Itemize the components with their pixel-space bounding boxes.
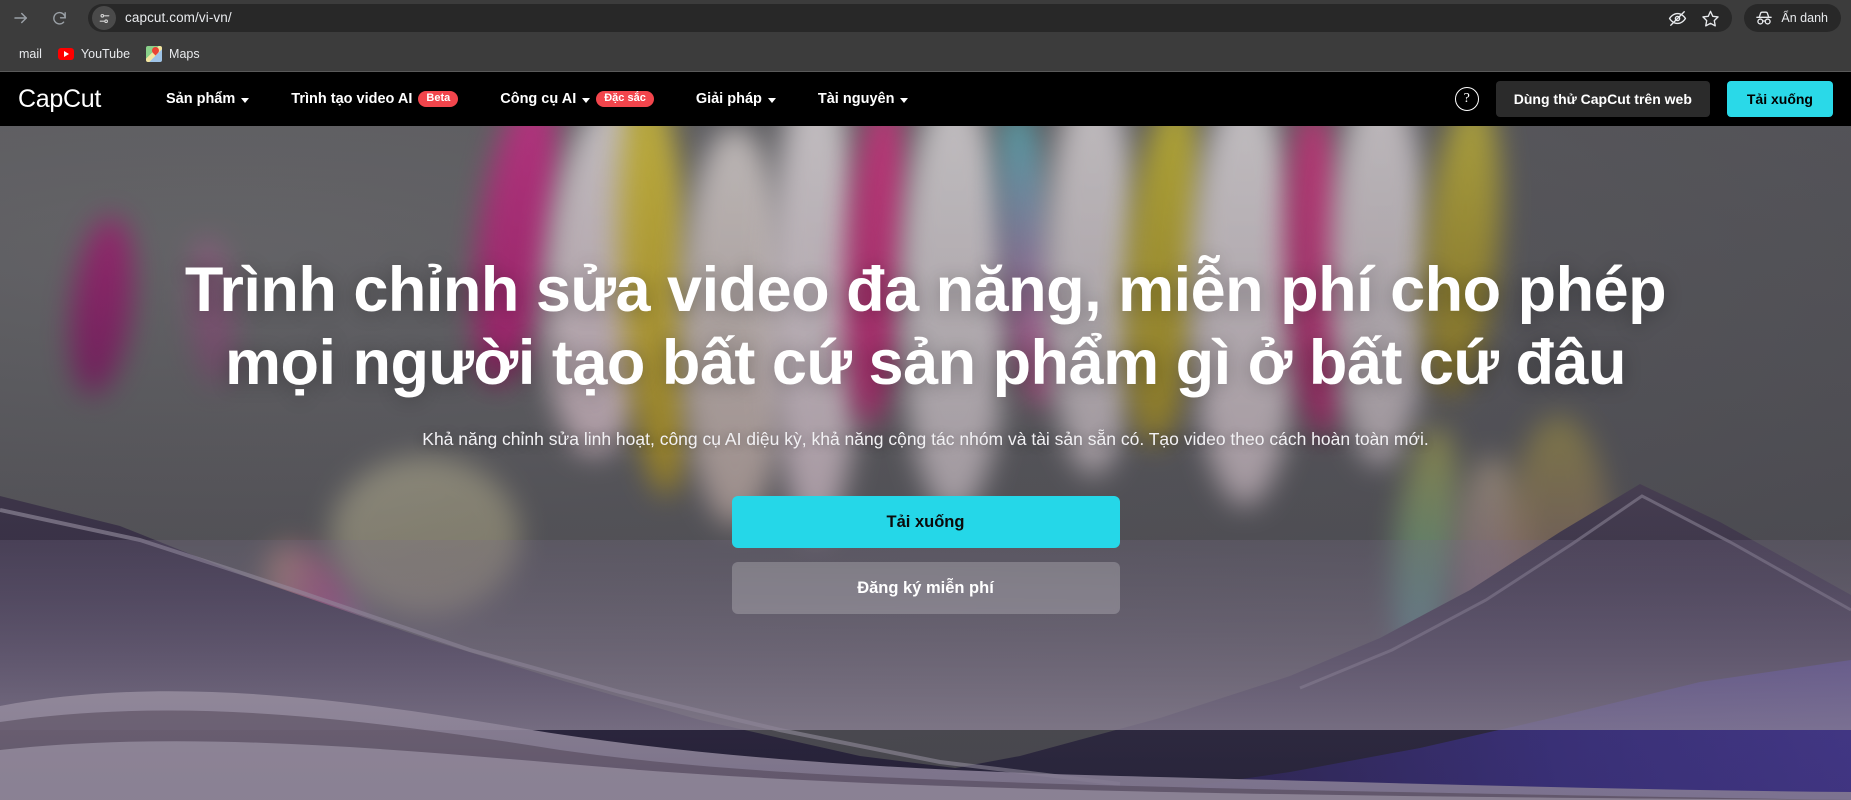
hero-content: Trình chỉnh sửa video đa năng, miễn phí … — [0, 126, 1851, 800]
bookmark-youtube[interactable]: YouTube — [50, 41, 138, 67]
google-maps-icon — [146, 46, 163, 62]
nav-item-ai-video-generator[interactable]: Trình tạo video AI Beta — [270, 72, 479, 126]
header-download-button[interactable]: Tải xuống — [1726, 81, 1833, 117]
chevron-down-icon — [900, 97, 909, 103]
gmail-icon — [0, 46, 12, 62]
reload-button[interactable] — [44, 3, 74, 33]
hero-cta-group: Tải xuống Đăng ký miễn phí — [731, 496, 1120, 615]
bookmark-label: Maps — [169, 47, 200, 61]
omnibox-actions — [1668, 9, 1724, 28]
forward-arrow-icon — [14, 12, 27, 24]
hero-title: Trình chỉnh sửa video đa năng, miễn phí … — [184, 255, 1667, 399]
youtube-icon — [57, 46, 74, 62]
chevron-down-icon — [241, 97, 250, 103]
nav-item-resources[interactable]: Tài nguyên — [797, 72, 930, 126]
nav-label: Công cụ AI — [500, 91, 577, 107]
nav-label: Trình tạo video AI — [291, 91, 413, 107]
site-settings-icon — [99, 13, 109, 23]
nav-label: Giải pháp — [695, 91, 762, 107]
badge-beta: Beta — [418, 91, 459, 107]
web-page: CapCut Sản phẩm Trình tạo video AI Beta … — [0, 72, 1851, 800]
chrome-divider — [0, 71, 1851, 72]
header-actions: ? Dùng thử CapCut trên web Tải xuống — [1454, 81, 1851, 117]
incognito-profile-button[interactable]: Ẩn danh — [1744, 4, 1841, 32]
eye-slash-icon — [1669, 10, 1687, 26]
bookmark-maps[interactable]: Maps — [138, 41, 208, 67]
bookmark-label: YouTube — [80, 47, 131, 61]
question-mark-icon[interactable]: ? — [1454, 87, 1479, 111]
site-settings-button[interactable] — [92, 6, 116, 30]
nav-item-products[interactable]: Sản phẩm — [145, 72, 270, 126]
browser-toolbar: capcut.com/vi-vn/ Ẩn danh — [0, 0, 1851, 36]
hero-subtitle: Khả năng chỉnh sửa linh hoạt, công cụ AI… — [422, 429, 1429, 450]
capcut-logo-icon — [0, 86, 12, 112]
capcut-logo[interactable]: CapCut — [0, 85, 101, 114]
forward-button[interactable] — [6, 3, 36, 33]
url-text: capcut.com/vi-vn/ — [125, 11, 232, 25]
nav-item-ai-tools[interactable]: Công cụ AI Đặc sắc — [479, 72, 675, 126]
chevron-down-icon — [582, 97, 591, 103]
bookmark-label: mail — [19, 47, 42, 61]
bookmarks-bar: mail YouTube Maps — [0, 36, 1851, 72]
address-bar[interactable]: capcut.com/vi-vn/ — [88, 4, 1733, 32]
hero-section: Trình chỉnh sửa video đa năng, miễn phí … — [0, 126, 1851, 800]
primary-nav: Sản phẩm Trình tạo video AI Beta Công cụ… — [145, 72, 929, 126]
chevron-down-icon — [767, 97, 776, 103]
badge-featured: Đặc sắc — [596, 91, 654, 107]
nav-label: Sản phẩm — [165, 91, 236, 107]
capcut-site-header: CapCut Sản phẩm Trình tạo video AI Beta … — [0, 72, 1851, 126]
browser-chrome: capcut.com/vi-vn/ Ẩn danh mail YouTube M… — [0, 0, 1851, 72]
bookmark-button[interactable] — [1701, 9, 1720, 28]
nav-label: Tài nguyên — [817, 91, 895, 107]
hero-signup-free-button[interactable]: Đăng ký miễn phí — [731, 562, 1120, 615]
hero-download-button[interactable]: Tải xuống — [731, 496, 1120, 549]
tracking-protection-button[interactable] — [1668, 9, 1687, 28]
reload-icon — [52, 11, 66, 25]
brand-name: CapCut — [18, 84, 101, 113]
incognito-label: Ẩn danh — [1781, 11, 1828, 25]
incognito-hat-icon — [1756, 11, 1773, 25]
nav-item-solutions[interactable]: Giải pháp — [675, 72, 797, 126]
bookmark-gmail[interactable]: mail — [0, 41, 50, 67]
star-icon — [1702, 10, 1720, 27]
try-capcut-web-button[interactable]: Dùng thử CapCut trên web — [1495, 81, 1710, 117]
